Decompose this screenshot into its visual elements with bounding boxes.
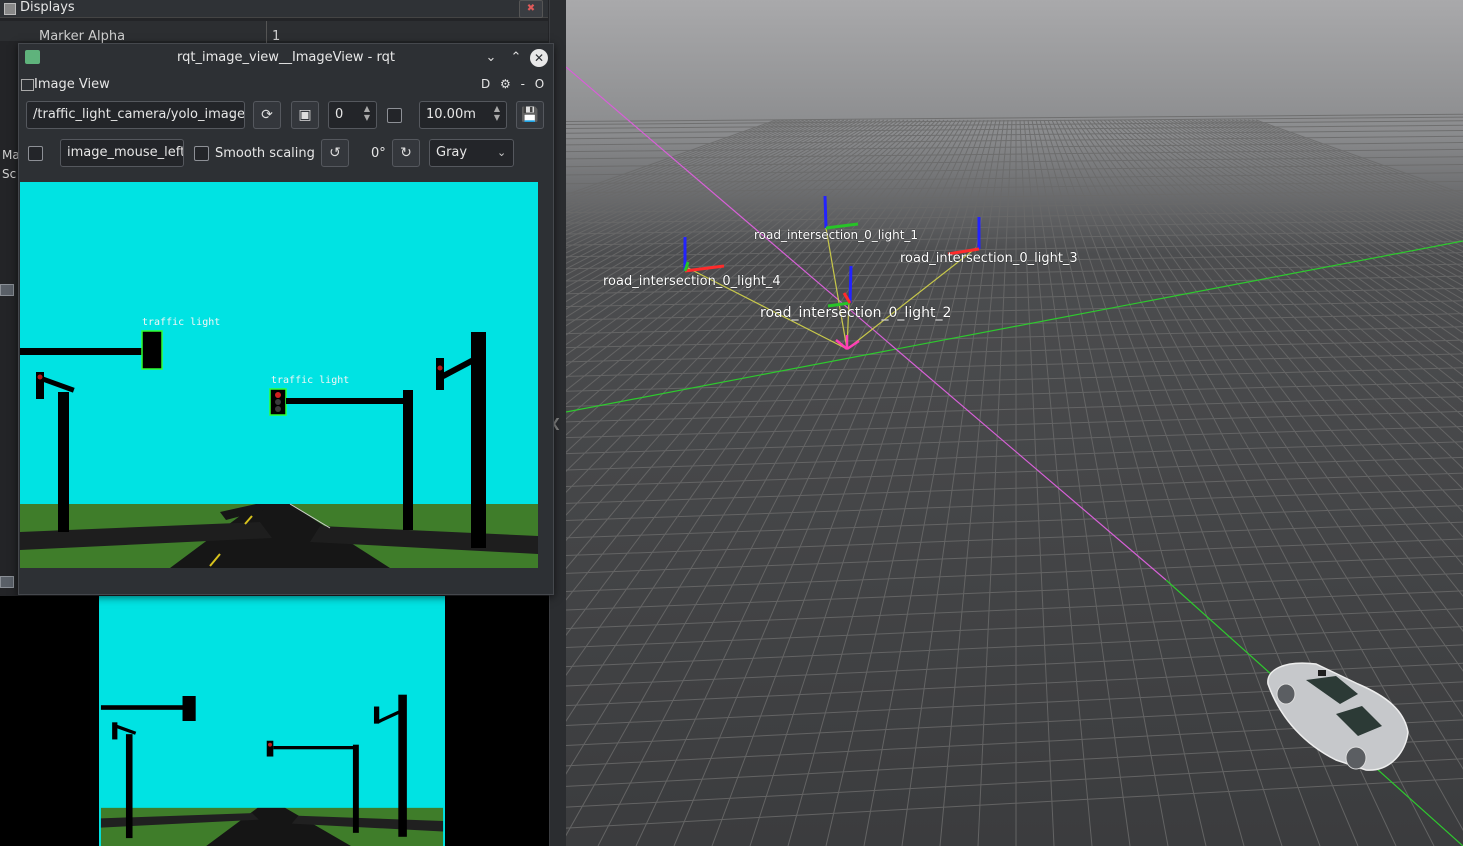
refresh-button[interactable]: ⟳ xyxy=(253,101,281,129)
minimize-icon[interactable]: ⌄ xyxy=(480,47,502,69)
camera-image-view[interactable]: traffic light traffic light xyxy=(20,182,538,568)
rotate-left-button[interactable]: ↺ xyxy=(321,139,349,167)
smooth-scaling-checkbox[interactable] xyxy=(194,146,209,161)
frame-label-light-1: road_intersection_0_light_1 xyxy=(754,228,919,242)
window-title: rqt_image_view__ImageView - rqt xyxy=(177,50,395,65)
rotation-label: 0° xyxy=(371,146,386,161)
rqt-image-view-window[interactable]: rqt_image_view__ImageView - rqt ⌄ ⌃ ✕ Im… xyxy=(18,43,554,595)
maximize-icon[interactable]: ⌃ xyxy=(505,47,527,69)
property-row-marker-alpha[interactable]: Marker Alpha 1 xyxy=(0,21,548,61)
distance-spin-arrows-icon[interactable]: ▲ ▼ xyxy=(491,104,503,122)
image-icon xyxy=(21,79,34,91)
window-titlebar[interactable]: rqt_image_view__ImageView - rqt ⌄ ⌃ ✕ xyxy=(19,44,553,72)
chevron-down-icon[interactable]: ⌄ xyxy=(229,108,238,121)
detection-label-1: traffic light xyxy=(142,317,221,328)
displays-panel-header: Displays xyxy=(0,0,548,18)
image-display-icon-2[interactable] xyxy=(0,576,14,588)
rviz-image-panel xyxy=(0,596,549,846)
chevron-down-icon[interactable]: ⌄ xyxy=(497,146,506,159)
save-image-button[interactable]: 💾 xyxy=(516,101,544,129)
property-value[interactable]: 1 xyxy=(272,29,280,44)
plugin-header-buttons[interactable]: D ⚙ - O xyxy=(481,77,547,91)
frame-label-light-4: road_intersection_0_light_4 xyxy=(603,274,781,289)
frame-label-light-3: road_intersection_0_light_3 xyxy=(900,251,1078,266)
camera-scene-small xyxy=(100,596,444,846)
distance-value: 10.00m xyxy=(426,107,476,122)
rviz-scene xyxy=(566,0,1463,846)
status-bar xyxy=(19,569,553,594)
displays-title: Displays xyxy=(20,0,75,15)
rviz-3d-viewport[interactable]: road_intersection_0_light_1 road_interse… xyxy=(566,0,1463,846)
detection-label-2: traffic light xyxy=(271,375,350,386)
truncated-label-2: Sc xyxy=(2,167,17,181)
mouse-topic-input[interactable]: image_mouse_left xyxy=(60,139,184,167)
publish-click-checkbox[interactable] xyxy=(28,146,43,161)
fit-to-window-button[interactable]: ▣ xyxy=(291,101,319,129)
spin-arrows-icon[interactable]: ▲ ▼ xyxy=(361,104,373,122)
color-scheme-value: Gray xyxy=(436,145,468,160)
smooth-scaling-label: Smooth scaling xyxy=(215,146,315,161)
spin-box-value: 0 xyxy=(335,107,344,122)
mouse-topic-value: image_mouse_left xyxy=(67,145,184,160)
rotate-right-button[interactable]: ↻ xyxy=(392,139,420,167)
property-name: Marker Alpha xyxy=(39,29,126,44)
camera-image-small xyxy=(99,596,445,846)
frame-label-light-2: road_intersection_0_light_2 xyxy=(760,305,952,321)
topic-select-value: /traffic_light_camera/yolo_image xyxy=(33,107,245,122)
close-window-icon[interactable]: ✕ xyxy=(530,49,548,67)
plugin-title: Image View xyxy=(34,77,110,92)
option-checkbox[interactable] xyxy=(387,108,402,123)
topic-select[interactable]: /traffic_light_camera/yolo_image xyxy=(26,101,245,129)
displays-icon xyxy=(4,3,16,15)
close-icon[interactable]: ✖ xyxy=(519,0,543,18)
plugin-header: Image View D ⚙ - O xyxy=(19,74,553,96)
image-display-icon[interactable] xyxy=(0,284,14,296)
